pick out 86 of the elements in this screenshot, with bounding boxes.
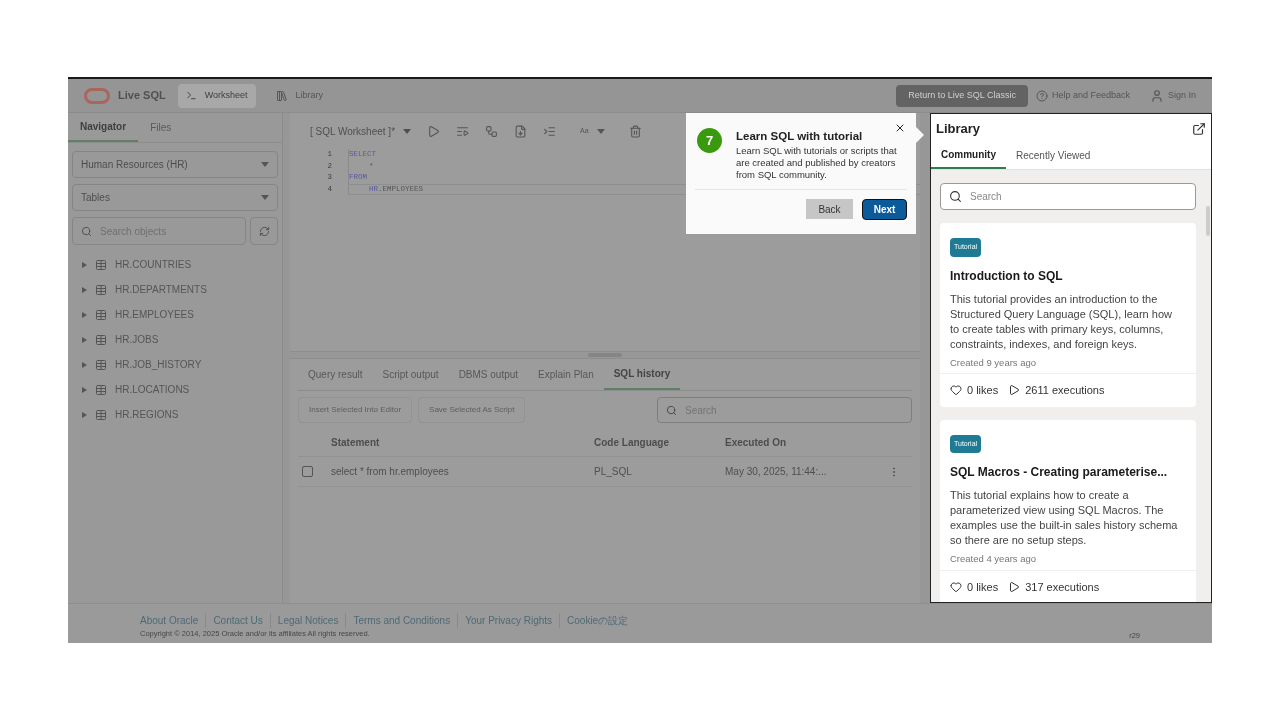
created-date: Created 9 years ago	[950, 355, 1038, 370]
nav-tab[interactable]: Library	[267, 83, 332, 108]
nav-tab[interactable]: Worksheet	[177, 83, 256, 108]
footer-link[interactable]: Legal Notices	[269, 613, 346, 628]
card-description: This tutorial explains how to create a parameterized view using SQL Macros. The examples use the built-in sales history schema so there are no setup steps.	[950, 488, 1179, 549]
card-description: This tutorial provides an introduction to the Structured Query Language (SQL), learn how to create tables with primary keys, columns, constraints, indexes, and foreign keys.	[950, 291, 1173, 352]
navigator-tab[interactable]: Navigator	[68, 113, 139, 142]
app-title: Live SQL	[118, 88, 166, 104]
table-icon	[95, 283, 107, 296]
column-header: Executed On	[725, 436, 787, 450]
next-button[interactable]: Next	[862, 199, 907, 221]
executions-count: 317 executions	[1008, 578, 1100, 596]
footer-link[interactable]: Your Privacy Rights	[457, 613, 560, 628]
logo-icon	[84, 87, 110, 104]
caret-icon	[403, 128, 412, 134]
tutorial-card[interactable]	[940, 223, 1196, 407]
caret-icon	[261, 162, 269, 167]
user-icon	[1149, 88, 1164, 103]
table-cell-text: select * from hr.employees	[331, 465, 450, 479]
caret-icon	[596, 128, 605, 134]
card-title: SQL Macros - Creating parameterise...	[950, 464, 1169, 482]
card-title: Introduction to SQL	[950, 267, 1064, 285]
table-icon	[95, 408, 107, 421]
result-tab[interactable]: SQL history	[603, 359, 681, 390]
select-field[interactable]: Tables	[72, 184, 278, 211]
worksheet-menu[interactable]: [ SQL Worksheet ]*	[310, 123, 412, 139]
footer-link[interactable]: About Oracle	[140, 613, 206, 628]
library-title: Library	[936, 120, 981, 139]
column-header: Code Language	[594, 436, 670, 450]
run-script-icon	[456, 124, 470, 138]
download-icon	[514, 124, 528, 138]
result-tab[interactable]: Explain Plan	[528, 359, 604, 390]
likes-count: 0 likes	[950, 382, 999, 399]
footer-link[interactable]: Contact Us	[205, 613, 270, 628]
likes-count: 0 likes	[950, 578, 999, 596]
table-icon	[95, 258, 107, 271]
column-header: Statement	[331, 436, 381, 450]
search-icon	[949, 190, 962, 203]
table-tree-item[interactable]: HR.DEPARTMENTS	[82, 277, 282, 302]
table-tree-item[interactable]: HR.REGIONS	[82, 402, 282, 427]
table-tree-item[interactable]: HR.JOB_HISTORY	[82, 352, 282, 377]
navigator-tab[interactable]: Files	[138, 113, 184, 142]
table-icon	[95, 358, 107, 371]
explain-plan-icon	[485, 124, 499, 138]
panel-tab[interactable]: Recently Viewed	[1006, 142, 1101, 169]
row-checkbox[interactable]	[302, 466, 313, 477]
tour-title: Learn SQL with tutorial	[736, 129, 864, 144]
table-tree-item[interactable]: HR.JOBS	[82, 327, 282, 352]
open-external-icon	[1192, 122, 1206, 136]
result-tab[interactable]: DBMS output	[448, 359, 529, 390]
tutorial-card[interactable]	[940, 419, 1196, 602]
footer-link[interactable]: Terms and Conditions	[345, 613, 458, 628]
caret-icon	[261, 195, 269, 200]
delete-icon	[628, 124, 642, 138]
table-tree-item[interactable]: HR.EMPLOYEES	[82, 302, 282, 327]
result-tab[interactable]: Query result	[298, 359, 373, 390]
library-search-field[interactable]: Search	[940, 183, 1196, 210]
result-tab[interactable]: Script output	[372, 359, 449, 390]
table-cell-text: May 30, 2025, 11:44:...	[725, 465, 828, 479]
return-classic-button[interactable]: Return to Live SQL Classic	[896, 84, 1028, 107]
play-icon	[1008, 384, 1021, 397]
search-icon	[81, 225, 92, 237]
select-field[interactable]: Human Resources (HR)	[72, 151, 278, 178]
library-icon	[275, 89, 288, 102]
table-cell-text: PL_SQL	[594, 465, 633, 479]
refresh-icon	[258, 225, 270, 237]
back-button[interactable]: Back	[806, 199, 853, 220]
table-icon	[95, 333, 107, 346]
terminal-icon	[185, 90, 197, 101]
table-icon	[95, 308, 107, 321]
help-button[interactable]: Help and Feedback	[1035, 88, 1130, 103]
search-icon	[666, 404, 677, 416]
step-number: 7	[697, 128, 722, 153]
table-icon	[95, 383, 107, 396]
play-icon	[1008, 581, 1021, 593]
close-icon	[894, 122, 906, 134]
run-icon	[427, 124, 441, 138]
table-tree-item[interactable]: HR.COUNTRIES	[82, 252, 282, 277]
help-icon	[1035, 89, 1048, 102]
heart-icon	[950, 581, 962, 593]
footer-link[interactable]: Cookieの設定	[559, 613, 636, 628]
table-tree-item[interactable]: HR.LOCATIONS	[82, 377, 282, 402]
created-date: Created 4 years ago	[950, 552, 1038, 567]
executions-count: 2611 executions	[1008, 382, 1105, 399]
heart-icon	[950, 384, 962, 397]
format-icon	[543, 124, 557, 138]
